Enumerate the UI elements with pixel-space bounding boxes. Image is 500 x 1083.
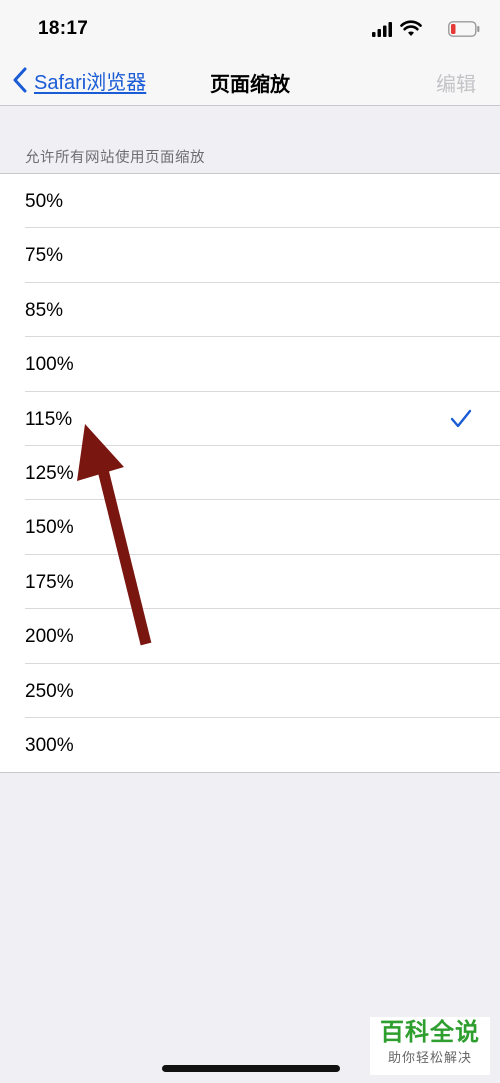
watermark-subtitle: 助你轻松解决 [387, 1050, 472, 1065]
zoom-option-row[interactable]: 75% [0, 228, 500, 283]
navigation-bar: Safari浏览器 页面缩放 编辑 [0, 56, 500, 106]
zoom-option-row[interactable]: 115% [0, 392, 500, 446]
checkmark-icon [450, 409, 472, 427]
watermark: 百科全说 助你轻松解决 [370, 1017, 490, 1075]
zoom-option-label: 75% [25, 245, 64, 267]
zoom-option-label: 150% [25, 517, 74, 539]
zoom-option-label: 200% [25, 626, 74, 648]
zoom-option-label: 50% [25, 191, 64, 212]
zoom-option-label: 115% [25, 408, 73, 430]
zoom-option-label: 85% [25, 299, 64, 321]
zoom-option-label: 125% [25, 462, 74, 484]
battery-icon [448, 21, 480, 37]
watermark-title: 百科全说 [380, 1019, 480, 1046]
zoom-option-row[interactable]: 85% [0, 283, 500, 338]
zoom-option-label: 250% [25, 680, 74, 702]
edit-button[interactable]: 编辑 [436, 68, 476, 97]
zoom-option-row[interactable]: 125% [0, 446, 500, 501]
status-time: 18:17 [38, 18, 89, 39]
zoom-option-label: 175% [25, 571, 74, 593]
zoom-option-row[interactable]: 150% [0, 500, 500, 555]
page-title: 页面缩放 [210, 74, 290, 96]
zoom-option-row[interactable]: 100% [0, 337, 500, 392]
zoom-option-label: 300% [25, 734, 74, 756]
wifi-icon [400, 20, 422, 36]
home-indicator [162, 1065, 340, 1072]
status-bar: 18:17 [0, 0, 500, 56]
zoom-option-row[interactable]: 300% [0, 718, 500, 772]
signal-icon [372, 22, 392, 37]
zoom-option-label: 100% [25, 354, 74, 376]
zoom-options-list: 50% 75% 85% 100% 115% 125% 150% 175% 200% 250% 300… [0, 173, 500, 774]
zoom-option-row[interactable]: 200% [0, 609, 500, 664]
section-header: 允许所有网站使用页面缩放 [25, 150, 205, 166]
zoom-option-row[interactable]: 250% [0, 664, 500, 718]
zoom-option-row[interactable]: 50% [0, 174, 500, 229]
zoom-option-row[interactable]: 175% [0, 555, 500, 610]
